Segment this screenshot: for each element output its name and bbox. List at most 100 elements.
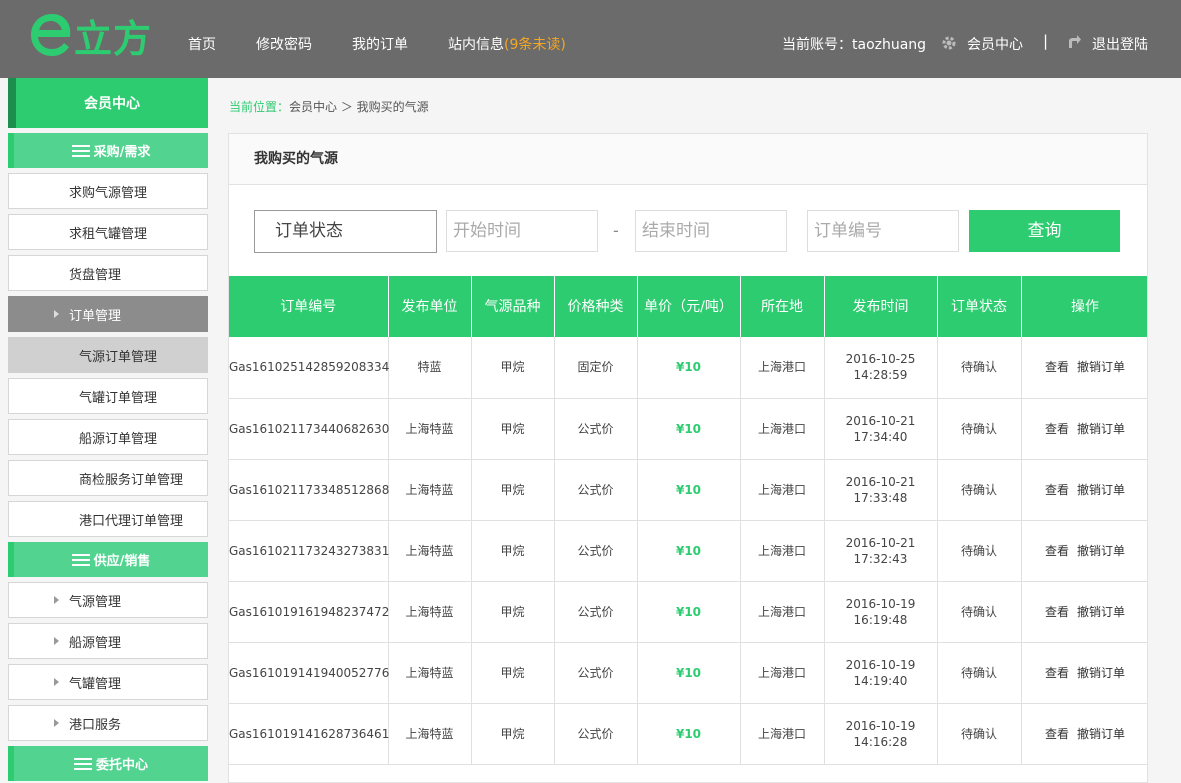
sidebar-title: 会员中心 (8, 78, 208, 128)
sidebar-item-port-agent-orders[interactable]: 港口代理订单管理 (8, 501, 208, 537)
view-link[interactable]: 查看 (1045, 727, 1069, 741)
cell-price-type: 公式价 (554, 398, 638, 460)
panel-title: 我购买的气源 (229, 134, 1147, 185)
order-number-input[interactable]: 订单编号 (807, 210, 959, 252)
publish-clock: 17:33:48 (853, 490, 908, 505)
sidebar-item-ship-mgmt[interactable]: 船源管理 (8, 623, 208, 659)
publish-clock: 14:16:28 (853, 734, 908, 749)
cell-publish-time: 2016-10-19 14:19:40 (824, 642, 938, 704)
unread-badge: (9条未读) (504, 37, 566, 53)
sidebar-item-tank-mgmt[interactable]: 气罐管理 (8, 664, 208, 700)
cell-status: 待确认 (937, 581, 1022, 643)
cell-status: 待确认 (937, 642, 1022, 704)
section-label: 供应/销售 (93, 554, 151, 569)
cancel-order-link[interactable]: 撤销订单 (1077, 483, 1125, 497)
section-label: 委托中心 (95, 758, 148, 773)
cell-price: ¥10 (637, 459, 741, 521)
cell-unit: 上海特蓝 (388, 398, 472, 460)
view-link[interactable]: 查看 (1045, 360, 1069, 374)
publish-date: 2016-10-19 (845, 718, 916, 733)
cell-gas-kind: 甲烷 (471, 459, 555, 521)
publish-date: 2016-10-25 (845, 352, 916, 367)
cell-location: 上海港口 (740, 398, 825, 460)
cell-price: ¥10 (637, 337, 741, 399)
view-link[interactable]: 查看 (1045, 544, 1069, 558)
sidebar-item-tank-orders[interactable]: 气罐订单管理 (8, 378, 208, 414)
menu-icon (71, 553, 90, 566)
publish-date: 2016-10-21 (845, 413, 916, 428)
cancel-order-link[interactable]: 撤销订单 (1077, 544, 1125, 558)
sidebar-item-rent-tank[interactable]: 求租气罐管理 (8, 214, 208, 250)
publish-date: 2016-10-21 (845, 535, 916, 550)
cell-gas-kind: 甲烷 (471, 642, 555, 704)
cancel-order-link[interactable]: 撤销订单 (1077, 666, 1125, 680)
publish-date: 2016-10-19 (845, 657, 916, 672)
cell-location: 上海港口 (740, 520, 825, 582)
cancel-order-link[interactable]: 撤销订单 (1077, 727, 1125, 741)
sidebar-item-label: 港口服务 (69, 717, 122, 733)
orders-panel: 我购买的气源 订单状态 开始时间 - 结束时间 订单编号 查询 订单编号 发布单… (228, 133, 1148, 783)
nav-my-orders[interactable]: 我的订单 (352, 34, 408, 54)
view-link[interactable]: 查看 (1045, 422, 1069, 436)
cell-publish-time: 2016-10-21 17:32:43 (824, 520, 938, 582)
order-status-select[interactable]: 订单状态 (254, 210, 437, 253)
cancel-order-link[interactable]: 撤销订单 (1077, 605, 1125, 619)
breadcrumb: 当前位置：会员中心 ＞ 我购买的气源 (229, 98, 429, 115)
end-time-input[interactable]: 结束时间 (635, 210, 787, 252)
sidebar-section-supply[interactable]: 供应/销售 (8, 542, 208, 577)
view-link[interactable]: 查看 (1045, 483, 1069, 497)
caret-right-icon (54, 596, 59, 604)
table-row: Gas161019141940052776 上海特蓝 甲烷 公式价 ¥10 上海港口 201… (229, 642, 1147, 704)
col-location: 所在地 (740, 276, 825, 337)
nav-messages-label: 站内信息 (448, 37, 504, 53)
cell-unit: 上海特蓝 (388, 703, 472, 765)
cell-unit: 上海特蓝 (388, 459, 472, 521)
cancel-order-link[interactable]: 撤销订单 (1077, 360, 1125, 374)
sidebar-item-label: 订单管理 (69, 308, 122, 324)
cell-location: 上海港口 (740, 337, 825, 399)
caret-right-icon (54, 310, 59, 318)
sidebar-section-purchase[interactable]: 采购/需求 (8, 133, 208, 168)
col-gas-kind: 气源品种 (471, 276, 555, 337)
gear-icon (942, 36, 956, 50)
sidebar-item-inspection-orders[interactable]: 商检服务订单管理 (8, 460, 208, 496)
col-publish-time: 发布时间 (824, 276, 938, 337)
cell-actions: 查看 撤销订单 (1021, 337, 1147, 399)
cell-actions: 查看 撤销订单 (1021, 642, 1147, 704)
cell-status: 待确认 (937, 520, 1022, 582)
cell-price-type: 公式价 (554, 703, 638, 765)
logout-link[interactable]: 退出登陆 (1092, 34, 1148, 54)
member-center-link[interactable]: 会员中心 (967, 34, 1023, 54)
sidebar: 会员中心 采购/需求 求购气源管理 求租气罐管理 货盘管理 订单管理 气源订单管… (8, 78, 208, 781)
sidebar-item-order-mgmt[interactable]: 订单管理 (8, 296, 208, 332)
breadcrumb-prefix: 当前位置： (229, 100, 290, 114)
sidebar-item-gas-mgmt[interactable]: 气源管理 (8, 582, 208, 618)
cell-location: 上海港口 (740, 459, 825, 521)
nav-messages[interactable]: 站内信息(9条未读) (448, 34, 566, 54)
sidebar-item-cargo[interactable]: 货盘管理 (8, 255, 208, 291)
cell-order-no: Gas161019141940052776 (229, 642, 389, 704)
sidebar-item-gas-orders[interactable]: 气源订单管理 (8, 337, 208, 373)
sidebar-item-purchase-gas[interactable]: 求购气源管理 (8, 173, 208, 209)
cell-location: 上海港口 (740, 581, 825, 643)
start-time-input[interactable]: 开始时间 (446, 210, 598, 252)
sidebar-item-ship-orders[interactable]: 船源订单管理 (8, 419, 208, 455)
nav-change-password[interactable]: 修改密码 (256, 34, 312, 54)
nav-home[interactable]: 首页 (188, 34, 216, 54)
view-link[interactable]: 查看 (1045, 605, 1069, 619)
breadcrumb-path[interactable]: 会员中心 ＞ 我购买的气源 (289, 100, 429, 114)
cell-price-type: 公式价 (554, 581, 638, 643)
cell-price-type: 固定价 (554, 337, 638, 399)
sidebar-item-label: 气罐管理 (69, 676, 122, 692)
sidebar-section-consign[interactable]: 委托中心 (8, 746, 208, 781)
cell-status: 待确认 (937, 337, 1022, 399)
view-link[interactable]: 查看 (1045, 666, 1069, 680)
cell-location: 上海港口 (740, 642, 825, 704)
sidebar-item-port-service[interactable]: 港口服务 (8, 705, 208, 741)
cell-status: 待确认 (937, 703, 1022, 765)
cell-unit: 上海特蓝 (388, 581, 472, 643)
cancel-order-link[interactable]: 撤销订单 (1077, 422, 1125, 436)
logo[interactable]: 立方 (28, 10, 152, 61)
cell-gas-kind: 甲烷 (471, 398, 555, 460)
query-button[interactable]: 查询 (969, 210, 1120, 252)
